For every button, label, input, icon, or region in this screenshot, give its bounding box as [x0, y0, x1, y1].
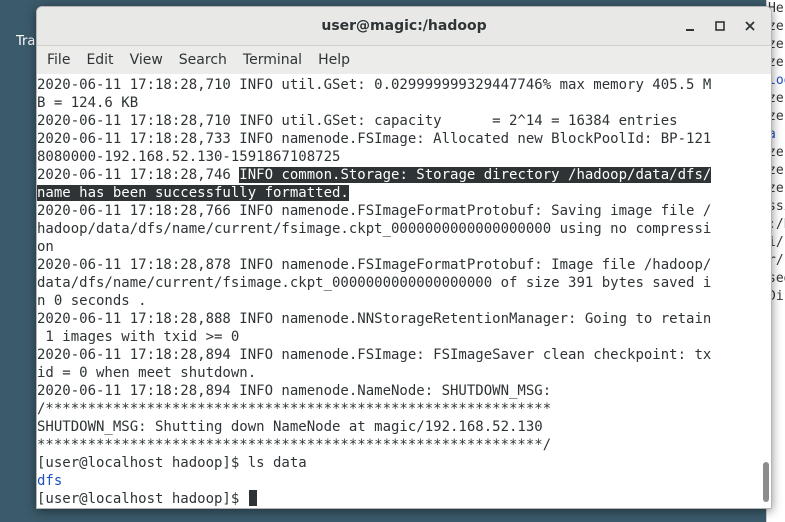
maximize-icon [715, 21, 725, 31]
terminal-line: [user@localhost hadoop]$ ls data [37, 454, 711, 472]
watermark: https://blog.csdn.net/qq_41036346 [530, 494, 759, 509]
menu-help[interactable]: Help [310, 48, 358, 72]
minimize-icon [686, 29, 694, 31]
terminal-line: 8080000-192.168.52.130-1591867108725 [37, 148, 711, 166]
line-text: dfs [37, 473, 63, 489]
desktop-trash-label[interactable]: Tra [16, 34, 35, 49]
menu-search[interactable]: Search [171, 48, 235, 72]
line-text: data/dfs/name/current/fsimage.ckpt_00000… [37, 275, 712, 291]
close-icon [745, 21, 755, 31]
menu-view[interactable]: View [122, 48, 171, 72]
terminal-line: hadoop/data/dfs/name/current/fsimage.ckp… [37, 220, 711, 238]
close-button[interactable] [735, 11, 765, 41]
terminal-line: 2020-06-11 17:18:28,888 INFO namenode.NN… [37, 310, 711, 328]
selected-text[interactable]: INFO common.Storage: Storage directory /… [239, 167, 712, 183]
line-text: [user@localhost hadoop]$ [37, 491, 248, 507]
terminal-line: name has been successfully formatted. [37, 184, 711, 202]
terminal-line: SHUTDOWN_MSG: Shutting down NameNode at … [37, 418, 711, 436]
terminal-window: user@magic:/hadoop File Edit View Search Ter… [36, 6, 772, 509]
terminal-line: 1 images with txid >= 0 [37, 328, 711, 346]
window-controls [675, 7, 765, 45]
line-text: 2020-06-11 17:18:28,746 [37, 167, 240, 183]
line-text: on [37, 239, 54, 255]
terminal-line: 2020-06-11 17:18:28,710 INFO util.GSet: … [37, 112, 711, 130]
line-text: 2020-06-11 17:18:28,766 INFO namenode.FS… [37, 203, 712, 219]
selected-text[interactable]: name has been successfully formatted. [37, 185, 349, 201]
line-text: hadoop/data/dfs/name/current/fsimage.ckp… [37, 221, 712, 237]
line-text: n 0 seconds . [37, 293, 147, 309]
terminal-line: 2020-06-11 17:18:28,878 INFO namenode.FS… [37, 256, 711, 274]
terminal-line: n 0 seconds . [37, 292, 711, 310]
scrollbar[interactable] [761, 74, 769, 508]
terminal-line: 2020-06-11 17:18:28,710 INFO util.GSet: … [37, 76, 711, 94]
line-text: SHUTDOWN_MSG: Shutting down NameNode at … [37, 419, 543, 435]
line-text: 1 images with txid >= 0 [37, 329, 240, 345]
terminal-line: data/dfs/name/current/fsimage.ckpt_00000… [37, 274, 711, 292]
line-text: 2020-06-11 17:18:28,710 INFO util.GSet: … [37, 113, 678, 129]
menu-file[interactable]: File [39, 48, 78, 72]
menu-bar: File Edit View Search Terminal Help [37, 46, 771, 75]
menu-terminal[interactable]: Terminal [235, 48, 310, 72]
line-text: ****************************************… [37, 437, 552, 453]
line-text: 2020-06-11 17:18:28,888 INFO namenode.NN… [37, 311, 712, 327]
line-text: 2020-06-11 17:18:28,878 INFO namenode.FS… [37, 257, 712, 273]
title-bar[interactable]: user@magic:/hadoop [37, 7, 771, 46]
line-text: 8080000-192.168.52.130-1591867108725 [37, 149, 341, 165]
terminal-output[interactable]: 2020-06-11 17:18:28,710 INFO util.GSet: … [37, 74, 771, 508]
line-text: B = 124.6 KB [37, 95, 139, 111]
terminal-line: /***************************************… [37, 400, 711, 418]
terminal-line: 2020-06-11 17:18:28,894 INFO namenode.Na… [37, 382, 711, 400]
terminal-line: 2020-06-11 17:18:28,766 INFO namenode.FS… [37, 202, 711, 220]
line-text: 2020-06-11 17:18:28,710 INFO util.GSet: … [37, 77, 712, 93]
line-text: /***************************************… [37, 401, 552, 417]
terminal-line: id = 0 when meet shutdown. [37, 364, 711, 382]
minimize-button[interactable] [675, 11, 705, 41]
terminal-line: 2020-06-11 17:18:28,733 INFO namenode.FS… [37, 130, 711, 148]
line-text: 2020-06-11 17:18:28,894 INFO namenode.FS… [37, 347, 712, 363]
terminal-line: on [37, 238, 711, 256]
terminal-lines: 2020-06-11 17:18:28,710 INFO util.GSet: … [37, 74, 712, 508]
line-text: id = 0 when meet shutdown. [37, 365, 257, 381]
line-text: [user@localhost hadoop]$ ls data [37, 455, 307, 471]
text-cursor [248, 490, 257, 506]
terminal-line: 2020-06-11 17:18:28,746 INFO common.Stor… [37, 166, 712, 184]
maximize-button[interactable] [705, 11, 735, 41]
line-text: 2020-06-11 17:18:28,733 INFO namenode.FS… [37, 131, 712, 147]
menu-edit[interactable]: Edit [78, 48, 121, 72]
window-title: user@magic:/hadoop [321, 18, 487, 34]
terminal-line: 2020-06-11 17:18:28,894 INFO namenode.FS… [37, 346, 711, 364]
terminal-line: dfs [37, 472, 711, 490]
terminal-line: B = 124.6 KB [37, 94, 711, 112]
terminal-line: ****************************************… [37, 436, 711, 454]
scrollbar-thumb[interactable] [763, 462, 769, 502]
line-text: 2020-06-11 17:18:28,894 INFO namenode.Na… [37, 383, 552, 399]
